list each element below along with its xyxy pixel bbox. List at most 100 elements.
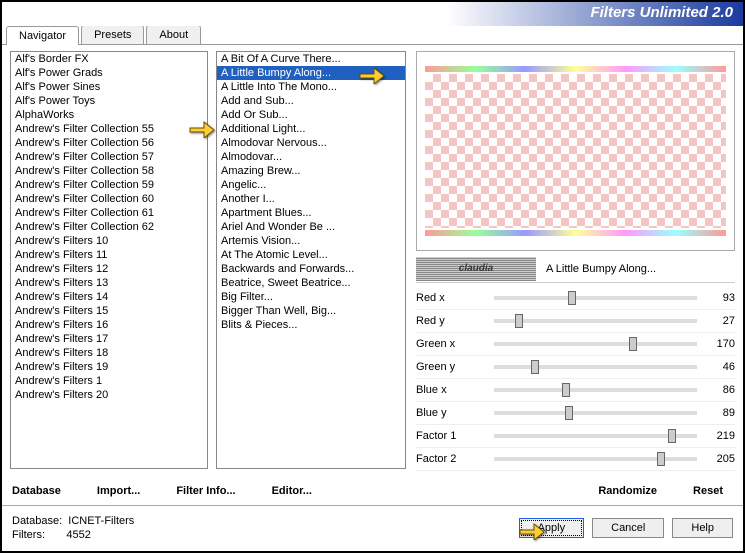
filter-item[interactable]: At The Atomic Level... [217, 248, 405, 262]
param-slider[interactable] [494, 457, 697, 461]
param-slider[interactable] [494, 296, 697, 300]
filter-item[interactable]: Backwards and Forwards... [217, 262, 405, 276]
tab-bar: Navigator Presets About [2, 25, 743, 45]
param-label: Red x [416, 292, 486, 304]
param-row: Red y27 [416, 310, 735, 333]
category-item[interactable]: Andrew's Filters 16 [11, 318, 207, 332]
filter-item[interactable]: A Little Into The Mono... [217, 80, 405, 94]
category-item[interactable]: Alf's Power Sines [11, 80, 207, 94]
status-info: Database: ICNET-Filters Filters: 4552 [12, 514, 134, 542]
filter-item[interactable]: Artemis Vision... [217, 234, 405, 248]
slider-thumb[interactable] [565, 406, 573, 420]
footer: Database: ICNET-Filters Filters: 4552 Ap… [2, 505, 743, 549]
category-item[interactable]: Andrew's Filters 19 [11, 360, 207, 374]
filter-item[interactable]: Add Or Sub... [217, 108, 405, 122]
filter-item[interactable]: Big Filter... [217, 290, 405, 304]
param-value: 89 [705, 407, 735, 419]
param-label: Green x [416, 338, 486, 350]
filters-label: Filters: [12, 529, 45, 541]
filter-item[interactable]: Blits & Pieces... [217, 318, 405, 332]
param-value: 27 [705, 315, 735, 327]
reset-button[interactable]: Reset [693, 485, 723, 497]
slider-thumb[interactable] [515, 314, 523, 328]
tab-navigator[interactable]: Navigator [6, 26, 79, 45]
randomize-button[interactable]: Randomize [598, 485, 657, 497]
category-item[interactable]: Andrew's Filters 17 [11, 332, 207, 346]
category-item[interactable]: Andrew's Filters 12 [11, 262, 207, 276]
param-value: 170 [705, 338, 735, 350]
filter-item[interactable]: Apartment Blues... [217, 206, 405, 220]
category-item[interactable]: Alf's Power Toys [11, 94, 207, 108]
database-button[interactable]: Database [12, 485, 61, 497]
category-list[interactable]: Alf's Border FXAlf's Power GradsAlf's Po… [10, 51, 208, 469]
filter-item[interactable]: Bigger Than Well, Big... [217, 304, 405, 318]
app-title: Filters Unlimited 2.0 [590, 4, 733, 21]
category-item[interactable]: Andrew's Filters 18 [11, 346, 207, 360]
filter-item[interactable]: A Little Bumpy Along... [217, 66, 405, 80]
tab-about[interactable]: About [146, 25, 201, 44]
filter-list[interactable]: A Bit Of A Curve There...A Little Bumpy … [216, 51, 406, 469]
param-row: Red x93 [416, 287, 735, 310]
param-slider[interactable] [494, 411, 697, 415]
category-item[interactable]: AlphaWorks [11, 108, 207, 122]
param-slider[interactable] [494, 365, 697, 369]
filter-item[interactable]: Almodovar Nervous... [217, 136, 405, 150]
param-slider[interactable] [494, 388, 697, 392]
filter-info-button[interactable]: Filter Info... [176, 485, 235, 497]
category-item[interactable]: Andrew's Filters 10 [11, 234, 207, 248]
db-label: Database: [12, 515, 62, 527]
filter-item[interactable]: Angelic... [217, 178, 405, 192]
param-value: 219 [705, 430, 735, 442]
apply-button[interactable]: Apply [519, 518, 585, 538]
param-slider[interactable] [494, 342, 697, 346]
category-item[interactable]: Andrew's Filter Collection 59 [11, 178, 207, 192]
param-label: Green y [416, 361, 486, 373]
slider-thumb[interactable] [531, 360, 539, 374]
filter-item[interactable]: Additional Light... [217, 122, 405, 136]
preview-checker [425, 74, 726, 228]
category-item[interactable]: Andrew's Filter Collection 62 [11, 220, 207, 234]
param-label: Factor 1 [416, 430, 486, 442]
category-item[interactable]: Andrew's Filter Collection 56 [11, 136, 207, 150]
category-item[interactable]: Andrew's Filters 1 [11, 374, 207, 388]
param-value: 86 [705, 384, 735, 396]
toolbar-row: Database Import... Filter Info... Editor… [2, 477, 743, 505]
db-value: ICNET-Filters [68, 515, 134, 527]
category-item[interactable]: Alf's Border FX [11, 52, 207, 66]
param-slider[interactable] [494, 434, 697, 438]
tab-presets[interactable]: Presets [81, 25, 144, 44]
slider-thumb[interactable] [568, 291, 576, 305]
editor-button[interactable]: Editor... [272, 485, 312, 497]
param-value: 205 [705, 453, 735, 465]
category-item[interactable]: Andrew's Filters 14 [11, 290, 207, 304]
category-item[interactable]: Andrew's Filter Collection 61 [11, 206, 207, 220]
category-item[interactable]: Andrew's Filter Collection 60 [11, 192, 207, 206]
filter-item[interactable]: Beatrice, Sweet Beatrice... [217, 276, 405, 290]
filter-item[interactable]: Add and Sub... [217, 94, 405, 108]
slider-thumb[interactable] [668, 429, 676, 443]
category-item[interactable]: Andrew's Filter Collection 55 [11, 122, 207, 136]
slider-thumb[interactable] [629, 337, 637, 351]
filter-item[interactable]: Amazing Brew... [217, 164, 405, 178]
category-item[interactable]: Andrew's Filters 11 [11, 248, 207, 262]
current-filter-name: A Little Bumpy Along... [546, 263, 656, 275]
param-label: Factor 2 [416, 453, 486, 465]
slider-thumb[interactable] [657, 452, 665, 466]
filter-item[interactable]: Ariel And Wonder Be ... [217, 220, 405, 234]
slider-thumb[interactable] [562, 383, 570, 397]
cancel-button[interactable]: Cancel [592, 518, 664, 538]
category-item[interactable]: Andrew's Filter Collection 57 [11, 150, 207, 164]
category-item[interactable]: Andrew's Filters 20 [11, 388, 207, 402]
filter-item[interactable]: Another I... [217, 192, 405, 206]
param-row: Green y46 [416, 356, 735, 379]
category-item[interactable]: Andrew's Filter Collection 58 [11, 164, 207, 178]
param-slider[interactable] [494, 319, 697, 323]
import-button[interactable]: Import... [97, 485, 140, 497]
help-button[interactable]: Help [672, 518, 733, 538]
category-item[interactable]: Andrew's Filters 15 [11, 304, 207, 318]
category-item[interactable]: Alf's Power Grads [11, 66, 207, 80]
param-label: Blue y [416, 407, 486, 419]
filter-item[interactable]: Almodovar... [217, 150, 405, 164]
category-item[interactable]: Andrew's Filters 13 [11, 276, 207, 290]
filter-item[interactable]: A Bit Of A Curve There... [217, 52, 405, 66]
